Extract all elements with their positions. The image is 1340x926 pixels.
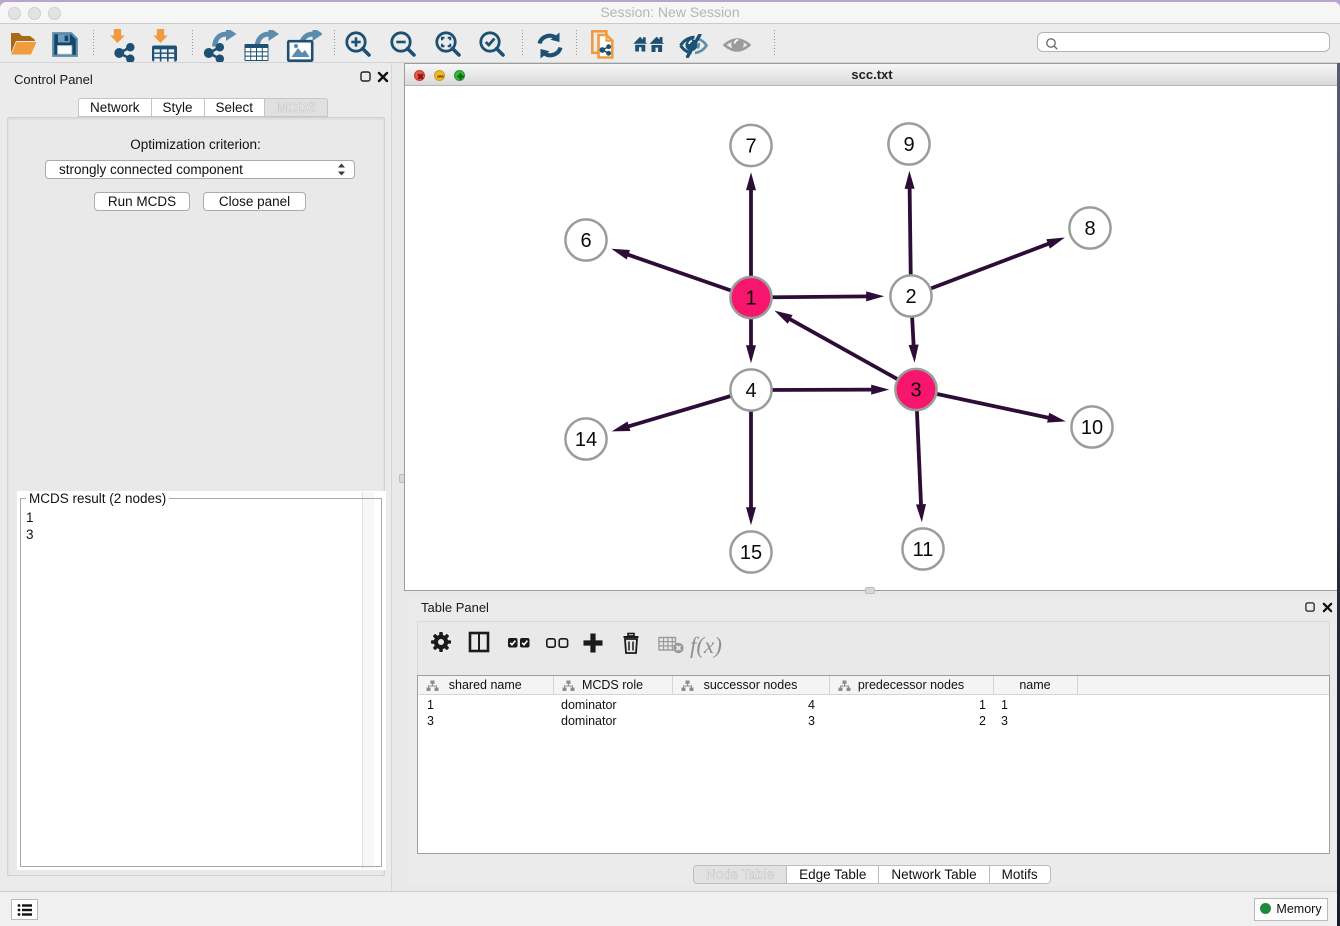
svg-text:3: 3 xyxy=(910,380,921,402)
svg-text:4: 4 xyxy=(745,380,756,402)
svg-text:7: 7 xyxy=(745,136,756,158)
svg-text:2: 2 xyxy=(905,286,916,308)
svg-text:10: 10 xyxy=(1081,417,1103,439)
svg-text:8: 8 xyxy=(1084,218,1095,240)
svg-text:15: 15 xyxy=(740,542,762,564)
svg-text:6: 6 xyxy=(580,230,591,252)
svg-text:9: 9 xyxy=(903,134,914,156)
svg-text:1: 1 xyxy=(745,288,756,310)
svg-text:14: 14 xyxy=(575,429,597,451)
svg-text:11: 11 xyxy=(913,539,934,561)
